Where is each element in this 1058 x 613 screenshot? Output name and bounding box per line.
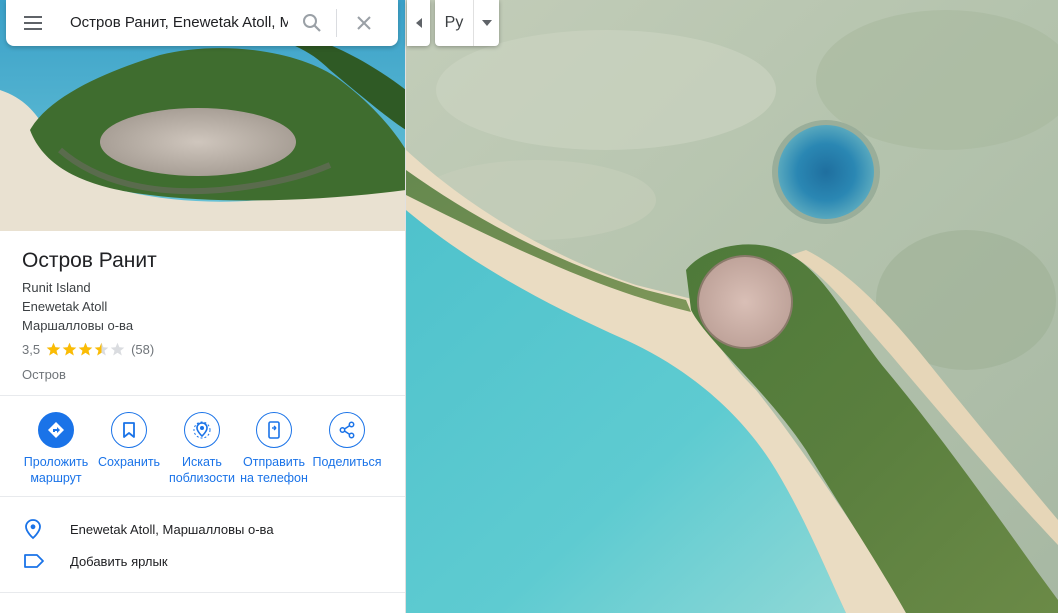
close-icon [356,16,371,30]
add-label-row[interactable]: Добавить ярлык [0,546,405,576]
action-label-line: Отправить [243,455,305,469]
collapse-panel-button[interactable] [407,0,430,46]
language-switch[interactable]: Ру [435,0,499,46]
send-to-phone-circle [256,412,292,448]
satellite-imagery[interactable] [406,0,1058,613]
search-input[interactable] [60,0,288,46]
caret-down-icon [481,20,492,26]
directions-circle [38,412,74,448]
action-label-line: Сохранить [97,455,161,469]
nearby-circle [184,412,220,448]
action-label-line: поблизости [168,471,236,485]
language-dropdown[interactable] [474,0,499,46]
address-row[interactable]: Enewetak Atoll, Маршалловы о-ва [0,514,405,544]
share-icon [339,421,355,439]
maps-app: Остров Ранит Runit Island Enewetak Atoll… [0,0,1058,613]
search-box [6,0,398,46]
share-circle [329,412,365,448]
clear-search-button[interactable] [337,0,390,46]
share-button[interactable]: Поделиться [300,412,394,470]
search-button[interactable] [288,0,336,46]
save-circle [111,412,147,448]
divider [0,395,405,396]
place-subtitle-line: Runit Island [22,280,91,295]
label-tag-icon [24,554,44,568]
place-subtitle-line: Маршалловы о-ва [22,318,134,333]
place-subtitle-line: Enewetak Atoll [22,299,108,314]
menu-button[interactable] [6,0,60,46]
send-to-phone-icon [268,421,280,439]
action-label-line: Искать [182,455,222,469]
place-title: Остров Ранит [22,249,157,272]
action-label-line: Поделиться [312,455,382,469]
rating-value: 3,5 [22,341,41,357]
action-label: Отправить на телефон [240,454,308,486]
satellite-map[interactable] [406,0,1058,613]
star-icon [46,342,61,355]
search-icon [303,14,321,32]
action-buttons: Проложить маршрут Сохранить Искать побли… [0,412,405,492]
action-label: Искать поблизости [169,454,235,486]
label-icon-wrap [0,553,70,569]
action-label: Поделиться [312,454,381,470]
nearby-icon [193,421,211,439]
caret-left-icon [415,18,422,28]
rating-row: 3,5 (58) [22,340,392,358]
place-category: Остров [22,367,66,382]
divider [0,496,405,497]
action-label-line: на телефон [240,471,308,485]
star-icon [62,342,77,355]
bookmark-icon [123,422,135,438]
add-label-text: Добавить ярлык [70,553,168,569]
action-label-line: Проложить [23,455,89,469]
location-pin-icon [25,519,41,540]
star-icon [110,342,125,355]
review-count-link[interactable]: (58) [131,342,154,357]
directions-icon [48,422,64,438]
action-label: Проложить маршрут [24,454,88,486]
location-pin-icon-wrap [0,518,70,540]
action-label-line: маршрут [30,471,82,485]
star-icon [78,342,93,355]
address-text: Enewetak Atoll, Маршалловы о-ва [70,521,274,537]
divider [0,592,405,593]
rating-stars [46,342,125,357]
place-panel: Остров Ранит Runit Island Enewetak Atoll… [0,0,406,613]
place-info: Остров Ранит Runit Island Enewetak Atoll… [22,248,392,384]
language-label: Ру [444,14,464,31]
action-label: Сохранить [98,454,160,470]
hamburger-menu-icon [24,16,42,30]
star-icon [94,342,109,355]
